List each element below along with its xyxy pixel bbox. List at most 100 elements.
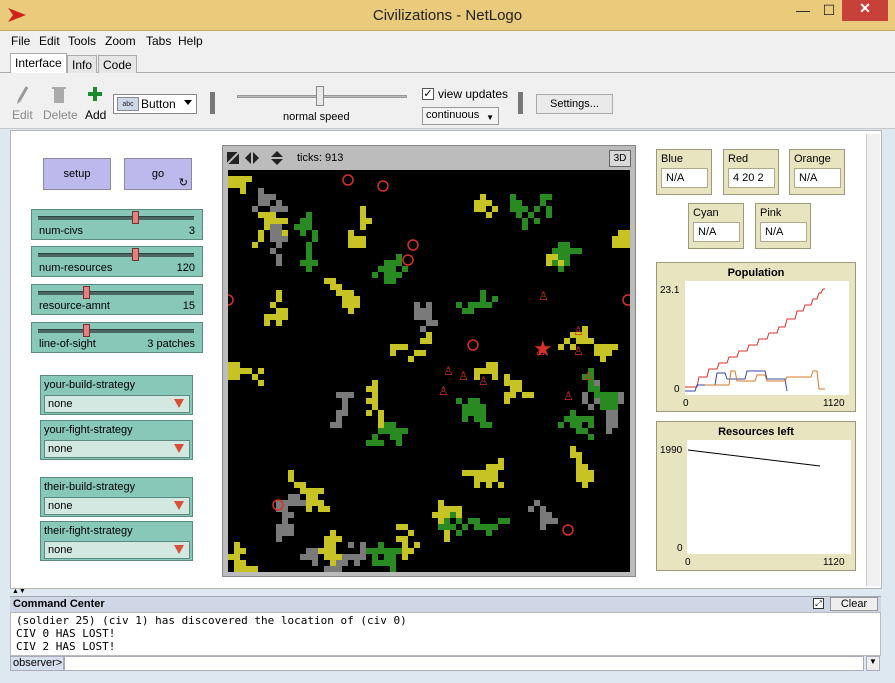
green-patch <box>378 542 384 548</box>
yellow-patch <box>354 236 360 242</box>
yellow-patch <box>582 470 588 476</box>
settlement-circle-icon <box>467 339 479 351</box>
edit-button[interactable]: Edit <box>12 108 33 122</box>
yellow-patch <box>612 242 618 248</box>
chooser-value[interactable]: none <box>44 395 190 413</box>
chooser-value[interactable]: none <box>44 541 190 559</box>
yellow-patch <box>372 392 378 398</box>
menu-edit[interactable]: Edit <box>39 34 60 48</box>
menu-tools[interactable]: Tools <box>68 34 96 48</box>
plot-title: Population <box>727 267 785 279</box>
3d-view-button[interactable]: 3D <box>609 150 631 167</box>
update-mode-select[interactable]: continuous ▼ <box>422 107 499 125</box>
settings-button[interactable]: Settings... <box>536 94 613 114</box>
speed-label: normal speed <box>283 111 350 123</box>
close-button[interactable]: ✕ <box>842 0 888 21</box>
yellow-patch <box>240 566 246 572</box>
view-updates-checkbox[interactable]: ✓ <box>422 88 434 100</box>
slider-handle[interactable] <box>83 324 91 337</box>
gray-patch <box>300 554 306 560</box>
menu-bar: File Edit Tools Zoom Tabs Help <box>0 31 895 51</box>
green-patch <box>390 422 396 428</box>
menu-tabs[interactable]: Tabs <box>146 34 171 48</box>
slider-num-resources[interactable]: num-resources 120 <box>31 246 203 277</box>
gray-patch <box>360 554 366 560</box>
soldier-person-icon: ♙ <box>583 369 594 383</box>
green-patch <box>504 518 510 524</box>
slider-resource-amnt[interactable]: resource-amnt 15 <box>31 284 203 315</box>
view-control-icons[interactable] <box>227 151 287 165</box>
yellow-patch <box>408 356 414 362</box>
slider-handle[interactable] <box>83 286 91 299</box>
soldier-person-icon: ♙ <box>573 344 584 358</box>
chooser-your-fight-strategy[interactable]: your-fight-strategy none <box>40 420 193 460</box>
green-patch <box>564 242 570 248</box>
history-dropdown-icon[interactable]: ▼ <box>866 656 880 671</box>
yellow-patch <box>360 242 366 248</box>
splitter-arrows-icon[interactable]: ▲▼ <box>12 588 26 595</box>
yellow-patch <box>318 548 324 554</box>
go-button[interactable]: go ↻ <box>124 158 192 190</box>
yellow-patch <box>306 488 312 494</box>
yellow-patch <box>288 476 294 482</box>
yellow-patch <box>228 176 234 182</box>
monitor-blue: Blue N/A <box>656 149 712 195</box>
yellow-patch <box>582 464 588 470</box>
clear-button[interactable]: Clear <box>830 597 878 611</box>
yellow-patch <box>264 218 270 224</box>
menu-zoom[interactable]: Zoom <box>105 34 136 48</box>
interface-scrollbar[interactable] <box>866 134 880 586</box>
command-context-label[interactable]: observer> <box>10 656 64 671</box>
yellow-patch <box>234 374 240 380</box>
speed-slider-handle[interactable] <box>316 86 324 106</box>
tab-info[interactable]: Info <box>67 55 98 73</box>
green-patch <box>516 200 522 206</box>
gray-patch <box>594 380 600 386</box>
toolbar-separator <box>518 92 523 114</box>
delete-button[interactable]: Delete <box>43 108 78 122</box>
chooser-value[interactable]: none <box>44 440 190 458</box>
forever-icon: ↻ <box>178 177 188 189</box>
yellow-patch <box>408 548 414 554</box>
slider-line-of-sight[interactable]: line-of-sight 3 patches <box>31 322 203 353</box>
setup-button[interactable]: setup <box>43 158 111 190</box>
green-patch <box>462 308 468 314</box>
yellow-patch <box>276 308 282 314</box>
menu-file[interactable]: File <box>11 34 30 48</box>
green-patch <box>312 236 318 242</box>
green-patch <box>450 512 456 518</box>
yellow-patch <box>366 398 372 404</box>
green-patch <box>306 242 312 248</box>
menu-help[interactable]: Help <box>178 34 203 48</box>
yellow-patch <box>546 260 552 266</box>
slider-num-civs[interactable]: num-civs 3 <box>31 209 203 240</box>
slider-name: num-resources <box>39 262 113 274</box>
chooser-value[interactable]: none <box>44 497 190 515</box>
minimize-button[interactable]: — <box>790 2 816 23</box>
tab-interface[interactable]: Interface <box>10 53 67 73</box>
gray-patch <box>414 302 420 308</box>
world-canvas[interactable]: ♙ ♙ ♙♙♙♙♙♙♙♙★ <box>228 170 630 572</box>
slider-handle[interactable] <box>131 211 139 224</box>
gray-patch <box>360 548 366 554</box>
green-patch <box>600 392 606 398</box>
gray-patch <box>534 500 540 506</box>
yellow-patch <box>378 422 384 428</box>
yellow-patch <box>606 344 612 350</box>
expand-icon[interactable]: ⤢ <box>813 598 824 609</box>
chooser-their-fight-strategy[interactable]: their-fight-strategy none <box>40 521 193 561</box>
command-input[interactable] <box>64 656 864 671</box>
yellow-patch <box>438 500 444 506</box>
maximize-button[interactable]: ☐ <box>816 2 842 23</box>
widget-type-select[interactable]: abc Button <box>113 94 197 114</box>
add-button[interactable]: Add <box>85 108 106 122</box>
monitor-value: N/A <box>794 168 841 188</box>
slider-handle[interactable] <box>131 248 139 261</box>
chooser-their-build-strategy[interactable]: their-build-strategy none <box>40 477 193 517</box>
yellow-patch <box>474 482 480 488</box>
command-output: (soldier 25) (civ 1) has discovered the … <box>10 612 881 656</box>
chooser-your-build-strategy[interactable]: your-build-strategy none <box>40 375 193 415</box>
yellow-patch <box>306 500 312 506</box>
gray-patch <box>606 410 612 416</box>
tab-code[interactable]: Code <box>98 55 137 73</box>
